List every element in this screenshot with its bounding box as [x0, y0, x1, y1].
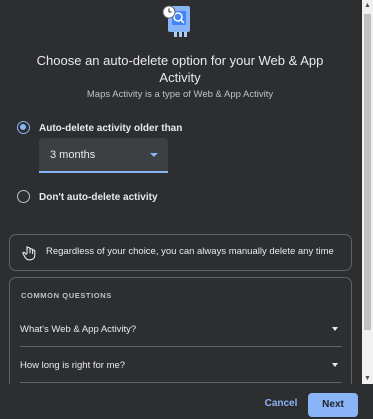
faq-item-label: How long is right for me?	[20, 360, 126, 371]
cancel-button[interactable]: Cancel	[258, 392, 304, 415]
dont-auto-delete-label[interactable]: Don't auto-delete activity	[39, 192, 158, 203]
info-text: Regardless of your choice, you can alway…	[46, 246, 334, 257]
common-questions-heading: COMMON QUESTIONS	[21, 291, 112, 300]
scroll-up-arrow-icon[interactable]: ▲	[362, 0, 373, 11]
scrollbar-thumb[interactable]	[364, 14, 371, 330]
info-card: Regardless of your choice, you can alway…	[9, 234, 352, 271]
duration-select[interactable]: 3 months	[39, 138, 168, 173]
hand-pointer-icon	[22, 245, 36, 261]
expand-arrow-icon	[332, 327, 338, 331]
next-button[interactable]: Next	[308, 393, 358, 417]
dialog-footer: Cancel Next	[0, 384, 373, 419]
faq-item-label: What's Web & App Activity?	[20, 324, 137, 335]
dont-auto-delete-radio[interactable]	[17, 190, 30, 203]
duration-select-value: 3 months	[50, 149, 96, 161]
dialog-subtitle: Maps Activity is a type of Web & App Act…	[86, 89, 274, 100]
auto-delete-label[interactable]: Auto-delete activity older than	[39, 123, 182, 134]
dialog-title: Choose an auto-delete option for your We…	[36, 53, 324, 85]
auto-delete-illustration-icon	[160, 2, 200, 38]
dialog-scrollbar[interactable]: ▲ ▼	[362, 0, 373, 384]
dropdown-arrow-icon	[150, 153, 158, 157]
auto-delete-radio[interactable]	[17, 121, 30, 134]
scroll-down-arrow-icon[interactable]: ▼	[362, 373, 373, 384]
auto-delete-dialog: Choose an auto-delete option for your We…	[0, 0, 362, 384]
faq-item-how-long[interactable]: How long is right for me?	[20, 349, 342, 383]
common-questions-card: COMMON QUESTIONS What's Web & App Activi…	[9, 277, 352, 384]
faq-item-web-app-activity[interactable]: What's Web & App Activity?	[20, 313, 342, 347]
expand-arrow-icon	[332, 363, 338, 367]
